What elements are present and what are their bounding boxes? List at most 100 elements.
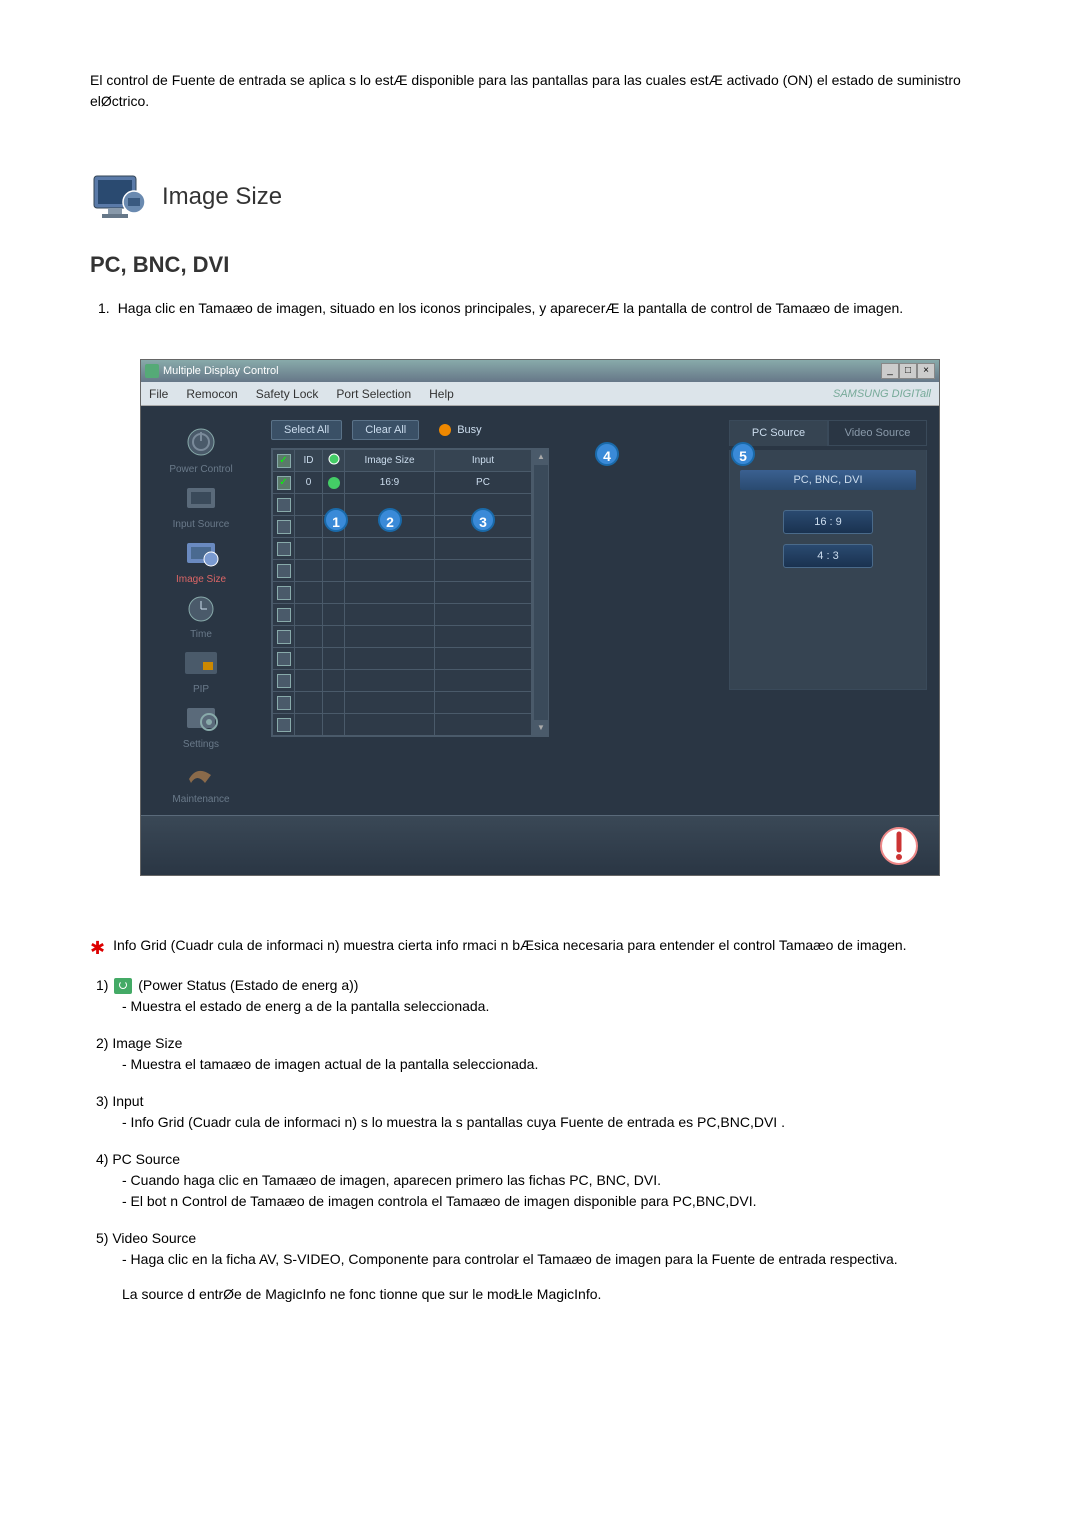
subtitle: PC, BNC, DVI — [90, 252, 990, 278]
sidebar-item-time[interactable]: Time — [145, 591, 257, 640]
menu-safety-lock[interactable]: Safety Lock — [256, 387, 319, 401]
table-row — [273, 626, 532, 648]
doc-item-4: 4) PC Source - Cuando haga clic en Tamaæ… — [96, 1149, 990, 1212]
item-sub: - Muestra el tamaæo de imagen actual de … — [122, 1054, 990, 1075]
warning-icon — [879, 826, 919, 866]
table-row — [273, 648, 532, 670]
scroll-up-button[interactable]: ▲ — [534, 449, 548, 465]
main-panel: Select All Clear All Busy ID Image Size — [261, 406, 729, 815]
item-sub: - Cuando haga clic en Tamaæo de imagen, … — [122, 1170, 990, 1191]
item-title: Input — [112, 1093, 143, 1109]
step-text: Haga clic en Tamaæo de imagen, situado e… — [118, 298, 904, 319]
final-note: La source d entrØe de MagicInfo ne fonc … — [122, 1286, 990, 1302]
doc-item-2: 2) Image Size - Muestra el tamaæo de ima… — [96, 1033, 990, 1075]
sidebar-label: Maintenance — [145, 794, 257, 805]
minimize-button[interactable]: _ — [881, 363, 899, 379]
item-title: Video Source — [112, 1230, 196, 1246]
annotation-3: 3 — [471, 508, 495, 532]
busy-dot-icon — [439, 424, 451, 436]
select-all-button[interactable]: Select All — [271, 420, 342, 440]
item-sub: - El bot n Control de Tamaæo de imagen c… — [122, 1191, 990, 1212]
header-image-size: Image Size — [345, 450, 435, 472]
header-id: ID — [295, 450, 323, 472]
table-row — [273, 692, 532, 714]
sidebar-label: Power Control — [145, 464, 257, 475]
sidebar: Power Control Input Source Image Size Ti… — [141, 406, 261, 815]
clear-all-button[interactable]: Clear All — [352, 420, 419, 440]
sidebar-label: Input Source — [145, 519, 257, 530]
item-sub: - Muestra el estado de energ a de la pan… — [122, 996, 990, 1017]
cell-id: 0 — [295, 472, 323, 494]
time-icon — [179, 591, 223, 627]
scrollbar[interactable]: ▲ ▼ — [533, 448, 549, 737]
star-icon: ✱ — [90, 936, 105, 961]
ratio-16-9-button[interactable]: 16 : 9 — [783, 510, 873, 534]
menu-file[interactable]: File — [149, 387, 168, 401]
doc-item-3: 3) Input - Info Grid (Cuadr cula de info… — [96, 1091, 990, 1133]
table-row — [273, 714, 532, 736]
sidebar-label: Settings — [145, 739, 257, 750]
section-title: Image Size — [162, 183, 282, 211]
sidebar-item-maintenance[interactable]: Maintenance — [145, 756, 257, 805]
item-num: 1) — [96, 977, 108, 993]
source-label: PC, BNC, DVI — [740, 470, 916, 490]
cell-image-size: 16:9 — [345, 472, 435, 494]
annotation-4: 4 — [595, 442, 619, 466]
close-button[interactable]: × — [917, 363, 935, 379]
table-row — [273, 670, 532, 692]
table-row — [273, 560, 532, 582]
window-controls: _ □ × — [881, 363, 935, 379]
sidebar-item-input-source[interactable]: Input Source — [145, 481, 257, 530]
image-size-icon — [179, 536, 223, 572]
menubar: File Remocon Safety Lock Port Selection … — [141, 382, 939, 406]
header-input: Input — [435, 450, 532, 472]
annotation-5: 5 — [731, 442, 755, 466]
annotation-1: 1 — [324, 508, 348, 532]
maximize-button[interactable]: □ — [899, 363, 917, 379]
header-status — [323, 450, 345, 472]
power-icon — [179, 426, 223, 462]
table-row — [273, 604, 532, 626]
menu-remocon[interactable]: Remocon — [186, 387, 237, 401]
header-checkbox[interactable] — [273, 450, 295, 472]
item-title: Image Size — [112, 1035, 182, 1051]
item-num: 5) — [96, 1230, 108, 1246]
menu-port-selection[interactable]: Port Selection — [336, 387, 411, 401]
step-number: 1. — [98, 298, 110, 319]
right-panel: PC Source Video Source PC, BNC, DVI 16 :… — [729, 406, 939, 815]
pip-icon — [179, 646, 223, 682]
cell-input: PC — [435, 472, 532, 494]
window-title: Multiple Display Control — [163, 365, 279, 377]
section-header: Image Size — [90, 172, 990, 222]
item-sub: - Haga clic en la ficha AV, S-VIDEO, Com… — [122, 1249, 990, 1270]
tab-video-source[interactable]: Video Source — [828, 420, 927, 446]
sidebar-label: Time — [145, 629, 257, 640]
input-source-icon — [179, 481, 223, 517]
menu-help[interactable]: Help — [429, 387, 454, 401]
row-checkbox[interactable] — [277, 476, 291, 490]
annotation-2: 2 — [378, 508, 402, 532]
titlebar: Multiple Display Control _ □ × — [141, 360, 939, 382]
star-note-text: Info Grid (Cuadr cula de informaci n) mu… — [113, 936, 906, 961]
monitor-icon — [90, 172, 150, 222]
ratio-4-3-button[interactable]: 4 : 3 — [783, 544, 873, 568]
item-title: PC Source — [112, 1151, 180, 1167]
app-icon — [145, 364, 159, 378]
item-title: (Power Status (Estado de energ a)) — [138, 977, 358, 993]
intro-text: El control de Fuente de entrada se aplic… — [90, 70, 990, 112]
table-row[interactable]: 0 16:9 PC — [273, 472, 532, 494]
sidebar-item-pip[interactable]: PIP — [145, 646, 257, 695]
power-status-icon — [114, 978, 132, 994]
table-row — [273, 582, 532, 604]
footer-bar — [141, 815, 939, 875]
sidebar-item-settings[interactable]: Settings — [145, 701, 257, 750]
sidebar-item-power-control[interactable]: Power Control — [145, 426, 257, 475]
scroll-down-button[interactable]: ▼ — [534, 720, 548, 736]
sidebar-item-image-size[interactable]: Image Size — [145, 536, 257, 585]
busy-label: Busy — [457, 424, 481, 436]
doc-item-1: 1) (Power Status (Estado de energ a)) - … — [96, 975, 990, 1017]
item-sub: - Info Grid (Cuadr cula de informaci n) … — [122, 1112, 990, 1133]
doc-item-5: 5) Video Source - Haga clic en la ficha … — [96, 1228, 990, 1270]
numbered-step: 1. Haga clic en Tamaæo de imagen, situad… — [98, 298, 990, 319]
item-num: 2) — [96, 1035, 108, 1051]
